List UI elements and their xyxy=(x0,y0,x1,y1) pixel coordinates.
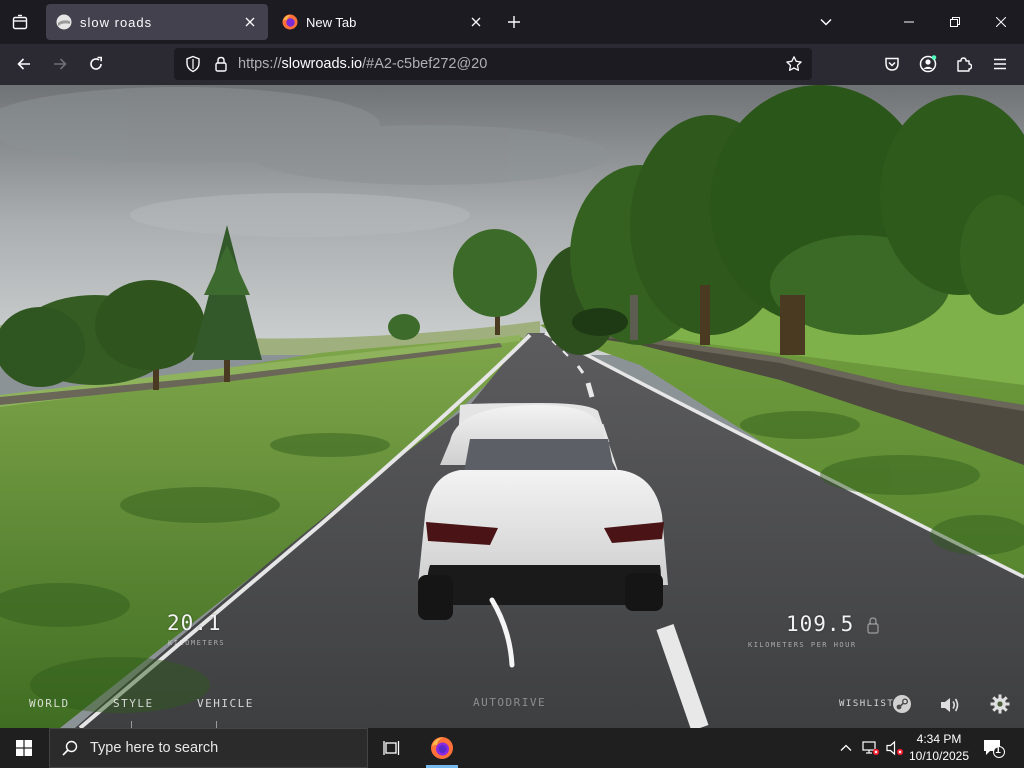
volume-tray-button[interactable] xyxy=(884,728,906,768)
volume-muted-icon xyxy=(886,740,904,756)
arrow-right-icon xyxy=(54,58,67,70)
distance-label: KILOMETERS xyxy=(168,639,226,647)
lock-icon[interactable] xyxy=(212,55,230,73)
volume-icon[interactable] xyxy=(939,695,961,715)
clock-date: 10/10/2025 xyxy=(908,749,970,763)
tab-list-button[interactable] xyxy=(0,0,40,44)
slow-roads-favicon-icon xyxy=(56,14,72,30)
forward-button[interactable] xyxy=(44,48,76,80)
account-icon xyxy=(919,55,937,73)
list-all-tabs-button[interactable] xyxy=(812,8,840,36)
pocket-icon xyxy=(885,57,899,71)
style-menu-button[interactable]: STYLE xyxy=(113,697,154,710)
menu-tick xyxy=(216,721,217,728)
tab-strip: slow roads New Tab xyxy=(0,0,1024,44)
clock[interactable]: 4:34 PM 10/10/2025 xyxy=(904,731,974,765)
windows-logo-icon xyxy=(16,740,32,756)
taskbar-search-box[interactable]: Type here to search xyxy=(49,728,368,768)
arrow-left-icon xyxy=(17,58,30,70)
autodrive-button[interactable]: AUTODRIVE xyxy=(473,696,546,709)
pocket-button[interactable] xyxy=(876,48,908,80)
menu-tick xyxy=(131,721,132,728)
network-button[interactable] xyxy=(860,728,882,768)
search-placeholder: Type here to search xyxy=(90,740,219,756)
firefox-taskbar-button[interactable] xyxy=(422,728,462,768)
close-icon xyxy=(245,17,255,27)
taskbar: Type here to search 4:34 PM 10/10/2025 1 xyxy=(0,728,1024,768)
app-menu-button[interactable] xyxy=(984,48,1016,80)
chevron-up-icon xyxy=(840,744,852,751)
chevron-down-icon xyxy=(820,18,832,26)
reload-icon xyxy=(90,56,102,70)
tab-close-button[interactable] xyxy=(464,10,488,34)
close-icon xyxy=(996,17,1006,27)
minimize-icon xyxy=(904,21,914,23)
hamburger-menu-icon xyxy=(994,58,1006,70)
account-button[interactable] xyxy=(912,48,944,80)
settings-gear-icon[interactable] xyxy=(990,694,1010,714)
firefox-favicon-icon xyxy=(282,14,298,30)
vehicle-menu-button[interactable]: VEHICLE xyxy=(197,697,254,710)
distance-value: 20.1 xyxy=(167,611,222,635)
tab-close-button[interactable] xyxy=(238,10,262,34)
url-host: slowroads.io xyxy=(281,56,363,72)
back-button[interactable] xyxy=(8,48,40,80)
world-menu-button[interactable]: WORLD xyxy=(29,697,70,710)
steam-icon[interactable] xyxy=(892,694,912,714)
puzzle-icon xyxy=(957,57,972,72)
tab-title: slow roads xyxy=(80,14,153,30)
restore-icon xyxy=(950,17,960,27)
search-icon xyxy=(62,740,78,756)
task-view-button[interactable] xyxy=(372,728,412,768)
minimize-button[interactable] xyxy=(886,0,932,44)
show-hidden-icons-button[interactable] xyxy=(836,728,856,768)
tracking-protection-shield-icon[interactable] xyxy=(184,55,202,73)
url-text[interactable]: https://slowroads.io/#A2-c5bef272@20 xyxy=(238,56,487,72)
restore-button[interactable] xyxy=(932,0,978,44)
close-icon xyxy=(471,17,481,27)
notification-count: 1 xyxy=(995,745,1001,756)
reload-button[interactable] xyxy=(80,48,112,80)
tab-list-icon xyxy=(12,14,28,30)
firefox-icon xyxy=(431,737,453,759)
plus-icon xyxy=(508,16,520,28)
url-path: /#A2-c5bef272@20 xyxy=(362,56,488,72)
navigation-toolbar: https://slowroads.io/#A2-c5bef272@20 xyxy=(0,44,1024,85)
new-tab-button[interactable] xyxy=(500,8,528,36)
url-scheme: https:// xyxy=(238,56,282,72)
notification-center-button[interactable]: 1 xyxy=(980,728,1008,768)
wishlist-button[interactable]: WISHLIST xyxy=(839,699,894,709)
speed-value: 109.5 xyxy=(786,612,855,636)
speed-unit-toggle-icon[interactable] xyxy=(866,616,880,636)
tab-new-tab[interactable]: New Tab xyxy=(272,4,494,40)
close-window-button[interactable] xyxy=(978,0,1024,44)
speed-label: KILOMETERS PER HOUR xyxy=(748,641,857,649)
clock-time: 4:34 PM xyxy=(916,732,962,746)
task-view-icon xyxy=(383,741,400,755)
network-disconnected-icon xyxy=(862,741,880,756)
start-button[interactable] xyxy=(0,728,48,768)
game-canvas[interactable]: 20.1 KILOMETERS 109.5 KILOMETERS PER HOU… xyxy=(0,85,1024,728)
tab-slow-roads[interactable]: slow roads xyxy=(46,4,268,40)
address-bar[interactable]: https://slowroads.io/#A2-c5bef272@20 xyxy=(174,48,812,80)
tab-title: New Tab xyxy=(306,14,357,30)
extensions-button[interactable] xyxy=(948,48,980,80)
bookmark-star-icon[interactable] xyxy=(785,55,803,73)
